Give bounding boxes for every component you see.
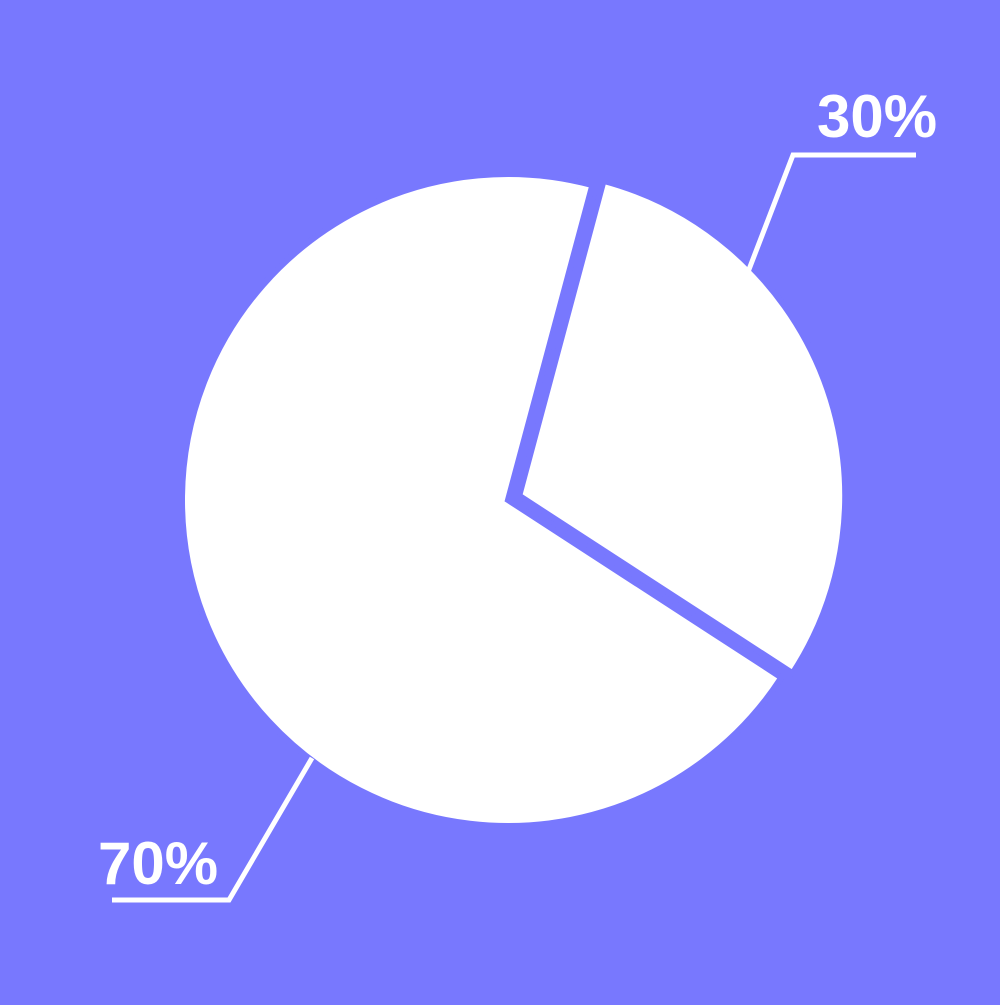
- slice-label-30: 30%: [817, 83, 937, 150]
- pie-slices: [179, 171, 849, 829]
- pie-chart-svg: 30% 70%: [98, 83, 937, 903]
- pie-chart: 30% 70%: [0, 0, 1000, 1000]
- leader-line-30: [745, 152, 916, 273]
- slice-label-70: 70%: [98, 830, 218, 897]
